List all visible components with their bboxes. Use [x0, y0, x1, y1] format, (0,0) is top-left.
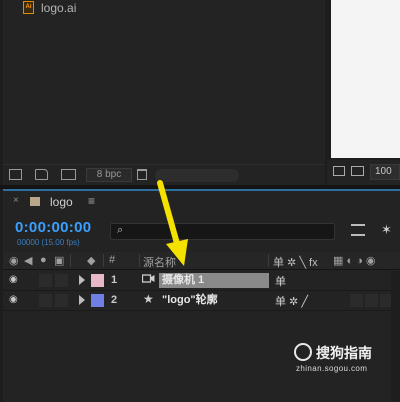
- project-horizontal-scrollbar[interactable]: [155, 169, 239, 182]
- visibility-eye-icon[interactable]: ◉: [9, 274, 18, 285]
- watermark-url: zhinan.sogou.com: [296, 364, 368, 373]
- timeline-vertical-scrollbar[interactable]: [391, 271, 400, 401]
- timeline-tab[interactable]: × logo ≡: [3, 191, 400, 213]
- magnification-dropdown[interactable]: 100: [370, 164, 400, 180]
- visibility-eye-icon[interactable]: ◉: [9, 294, 18, 305]
- source-name-column-header[interactable]: 源名称: [143, 254, 176, 270]
- illustrator-file-icon: Ai: [23, 1, 34, 14]
- project-item-name: logo.ai: [41, 1, 77, 15]
- motion-blur-switch[interactable]: [350, 294, 363, 307]
- interpret-footage-icon[interactable]: [9, 169, 22, 180]
- label-column-icon[interactable]: ◆: [87, 254, 95, 267]
- frame-rate-label: 00000 (15.00 fps): [17, 238, 80, 247]
- camera-icon: [141, 272, 155, 287]
- label-color-swatch[interactable]: [91, 274, 104, 287]
- blending-column-icons[interactable]: ▦ ◐ ◑ ◉: [333, 254, 375, 267]
- project-bottom-toolbar: 8 bpc: [3, 164, 325, 186]
- layer-column-header: ◉ ◀ ● ▣ ◆ # 源名称 单 ✲ ╲ fx ▦ ◐ ◑ ◉: [3, 252, 400, 270]
- draft-3d-icon[interactable]: ✶: [381, 222, 392, 238]
- lock-switch[interactable]: [55, 294, 68, 307]
- audio-column-icon[interactable]: ◀: [24, 254, 32, 267]
- sogou-watermark: 搜狗指南 zhinan.sogou.com: [294, 341, 400, 381]
- trash-icon[interactable]: [137, 169, 147, 180]
- composition-viewer-canvas[interactable]: [331, 0, 400, 158]
- layer-number-column-header[interactable]: #: [109, 254, 115, 266]
- layer-name[interactable]: 摄像机 1: [159, 273, 269, 288]
- solo-switch[interactable]: [39, 274, 52, 287]
- composition-color-swatch: [30, 197, 40, 206]
- solo-column-icon[interactable]: ●: [40, 254, 47, 266]
- label-color-swatch[interactable]: [91, 294, 104, 307]
- tab-composition-name[interactable]: logo: [50, 195, 73, 209]
- bit-depth-button[interactable]: 8 bpc: [86, 168, 132, 182]
- lock-switch[interactable]: [55, 274, 68, 287]
- eye-column-icon[interactable]: ◉: [9, 254, 19, 267]
- new-folder-icon[interactable]: [35, 169, 48, 180]
- layer-switches[interactable]: 单: [275, 273, 286, 289]
- layer-name[interactable]: "logo"轮廓: [159, 293, 218, 308]
- always-preview-icon[interactable]: [333, 166, 345, 176]
- layer-number: 2: [111, 294, 118, 306]
- twirl-down-icon[interactable]: [79, 295, 85, 305]
- layer-switches[interactable]: 单 ✲ ╱: [275, 293, 308, 309]
- project-panel: Ai logo.ai: [3, 0, 325, 185]
- twirl-down-icon[interactable]: [79, 275, 85, 285]
- new-composition-icon[interactable]: [61, 169, 76, 180]
- switches-column-header[interactable]: 单 ✲ ╲ fx: [273, 254, 318, 270]
- sogou-logo-icon: [294, 343, 312, 361]
- current-time-display[interactable]: 0:00:00:00: [15, 219, 91, 236]
- project-item-row[interactable]: Ai logo.ai: [3, 0, 325, 16]
- layer-row[interactable]: ◉ 2 ★ "logo"轮廓 单 ✲ ╱: [3, 291, 400, 311]
- panel-menu-icon[interactable]: ≡: [88, 194, 95, 208]
- layer-number: 1: [111, 274, 118, 286]
- layer-search-input[interactable]: ⌕: [110, 223, 335, 240]
- adjustment-layer-switch[interactable]: [365, 294, 378, 307]
- viewer-toolbar: 100: [327, 160, 400, 185]
- monitor-icon[interactable]: [351, 166, 364, 176]
- solo-switch[interactable]: [39, 294, 52, 307]
- layer-row[interactable]: ◉ 1 摄像机 1 单: [3, 271, 400, 291]
- close-icon[interactable]: ×: [13, 195, 19, 206]
- watermark-title: 搜狗指南: [316, 345, 372, 361]
- star-icon: ★: [143, 292, 154, 306]
- lock-column-icon[interactable]: ▣: [54, 254, 64, 267]
- comp-flowchart-icon[interactable]: [351, 224, 365, 236]
- search-icon: ⌕: [117, 224, 124, 236]
